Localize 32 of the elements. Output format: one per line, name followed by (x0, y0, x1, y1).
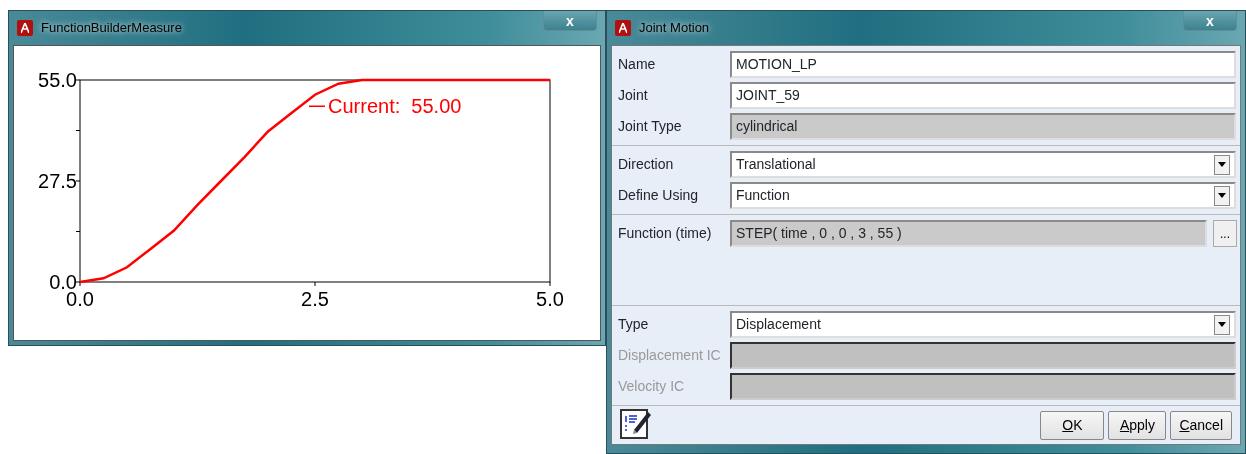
input-field[interactable]: JOINT_59 (730, 82, 1236, 109)
dialog-button[interactable]: Apply (1108, 411, 1167, 440)
dropdown[interactable]: Translational (730, 151, 1236, 178)
table-editor-icon[interactable] (620, 406, 652, 440)
input-field: STEP( time , 0 , 0 , 3 , 55 ) (730, 220, 1207, 247)
axis-label: 5.0 (536, 288, 564, 310)
close-button[interactable]: x (1183, 11, 1237, 31)
input-field[interactable]: MOTION_LP (730, 51, 1236, 78)
field-label: Direction (617, 155, 675, 174)
field-label: Function (time) (617, 224, 713, 243)
field-label: Velocity IC (617, 377, 686, 396)
axis-label: 2.5 (301, 288, 329, 310)
axis-label: 55.0 (38, 69, 77, 91)
field-label: Define Using (617, 186, 700, 205)
app-icon (615, 20, 631, 36)
field-label: Type (617, 315, 650, 334)
dialog-button[interactable]: Cancel (1170, 411, 1232, 440)
app-icon (17, 20, 33, 36)
field-label: Joint (617, 86, 649, 105)
window-title: FunctionBuilderMeasure (41, 19, 182, 38)
axis-label: 27.5 (38, 170, 77, 192)
input-field: cylindrical (730, 113, 1236, 140)
field-label: Joint Type (617, 117, 683, 136)
close-button[interactable]: x (543, 11, 597, 31)
field-label: Name (617, 55, 657, 74)
dropdown[interactable]: Function (730, 182, 1236, 209)
dropdown[interactable]: Displacement (730, 311, 1236, 338)
current-value-label: Current: 55.00 (308, 95, 462, 118)
window-title: Joint Motion (639, 19, 710, 38)
field-label: Displacement IC (617, 346, 722, 365)
browse-button[interactable]: ... (1213, 220, 1237, 247)
dialog-button[interactable]: OK (1040, 411, 1105, 440)
